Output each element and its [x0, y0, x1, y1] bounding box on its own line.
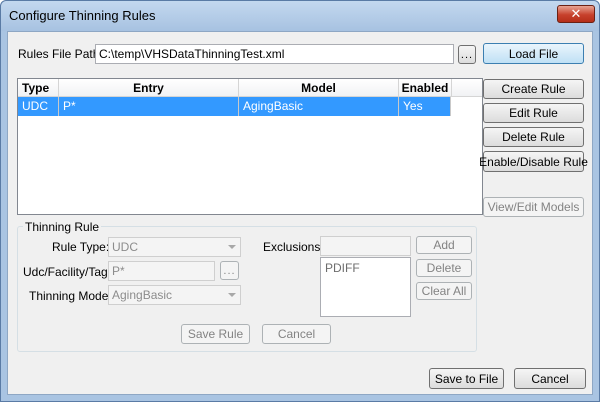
- cancel-rule-button[interactable]: Cancel: [262, 324, 331, 344]
- ellipsis-icon: ...: [223, 264, 236, 277]
- column-header-entry[interactable]: Entry: [59, 79, 239, 97]
- cancel-button[interactable]: Cancel: [514, 368, 586, 389]
- close-icon: ✕: [570, 6, 582, 21]
- thinning-model-select[interactable]: AgingBasic: [108, 285, 241, 305]
- rules-file-path-input[interactable]: C:\temp\VHSDataThinningTest.xml: [95, 44, 454, 64]
- column-header-model[interactable]: Model: [239, 79, 399, 97]
- rule-type-value: UDC: [112, 240, 138, 254]
- close-button[interactable]: ✕: [557, 5, 595, 23]
- chevron-down-icon: [228, 245, 236, 249]
- delete-exclusion-button[interactable]: Delete: [416, 259, 472, 277]
- udc-facility-tag-label: Udc/Facility/Tag:: [23, 265, 112, 279]
- row-entry-cell: P*: [59, 97, 239, 116]
- chevron-down-icon: [228, 293, 236, 297]
- title-bar[interactable]: Configure Thinning Rules ✕: [1, 1, 599, 31]
- browse-file-button[interactable]: ...: [458, 45, 476, 64]
- add-exclusion-button[interactable]: Add: [416, 236, 472, 254]
- enable-disable-rule-button[interactable]: Enable/Disable Rule: [479, 151, 588, 172]
- udc-browse-button[interactable]: ...: [220, 261, 239, 280]
- column-header-enabled[interactable]: Enabled: [399, 79, 452, 97]
- table-row[interactable]: UDC P* AgingBasic Yes: [18, 97, 451, 116]
- table-header: Type Entry Model Enabled: [18, 79, 482, 97]
- row-type-cell: UDC: [18, 97, 59, 116]
- thinning-model-label: Thinning Model:: [29, 289, 115, 303]
- save-to-file-button[interactable]: Save to File: [429, 368, 504, 389]
- row-enabled-cell: Yes: [399, 97, 451, 116]
- udc-facility-tag-input[interactable]: P*: [108, 261, 215, 281]
- rule-type-select[interactable]: UDC: [108, 237, 241, 257]
- ellipsis-icon: ...: [460, 48, 474, 61]
- list-item[interactable]: PDIFF: [325, 261, 360, 275]
- dialog-window: Configure Thinning Rules ✕ Rules File Pa…: [0, 0, 600, 402]
- view-edit-models-button[interactable]: View/Edit Models: [483, 197, 584, 217]
- rule-type-label: Rule Type:: [52, 240, 110, 254]
- rules-file-path-label: Rules File Path:: [18, 47, 103, 61]
- window-title: Configure Thinning Rules: [9, 8, 156, 23]
- edit-rule-button[interactable]: Edit Rule: [483, 103, 584, 123]
- clear-all-exclusions-button[interactable]: Clear All: [416, 282, 472, 300]
- thinning-model-value: AgingBasic: [112, 288, 173, 302]
- delete-rule-button[interactable]: Delete Rule: [483, 127, 584, 147]
- create-rule-button[interactable]: Create Rule: [483, 79, 584, 99]
- row-model-cell: AgingBasic: [239, 97, 399, 116]
- exclusions-list[interactable]: PDIFF: [320, 257, 411, 317]
- exclusion-input[interactable]: [320, 236, 411, 256]
- thinning-rule-group-title: Thinning Rule: [23, 220, 102, 234]
- rules-table[interactable]: Type Entry Model Enabled UDC P* AgingBas…: [17, 78, 483, 215]
- load-file-button[interactable]: Load File: [483, 43, 584, 64]
- dialog-body: Rules File Path: C:\temp\VHSDataThinning…: [7, 31, 593, 395]
- save-rule-button[interactable]: Save Rule: [181, 324, 250, 344]
- column-header-type[interactable]: Type: [18, 79, 59, 97]
- exclusions-label: Exclusions:: [263, 240, 324, 254]
